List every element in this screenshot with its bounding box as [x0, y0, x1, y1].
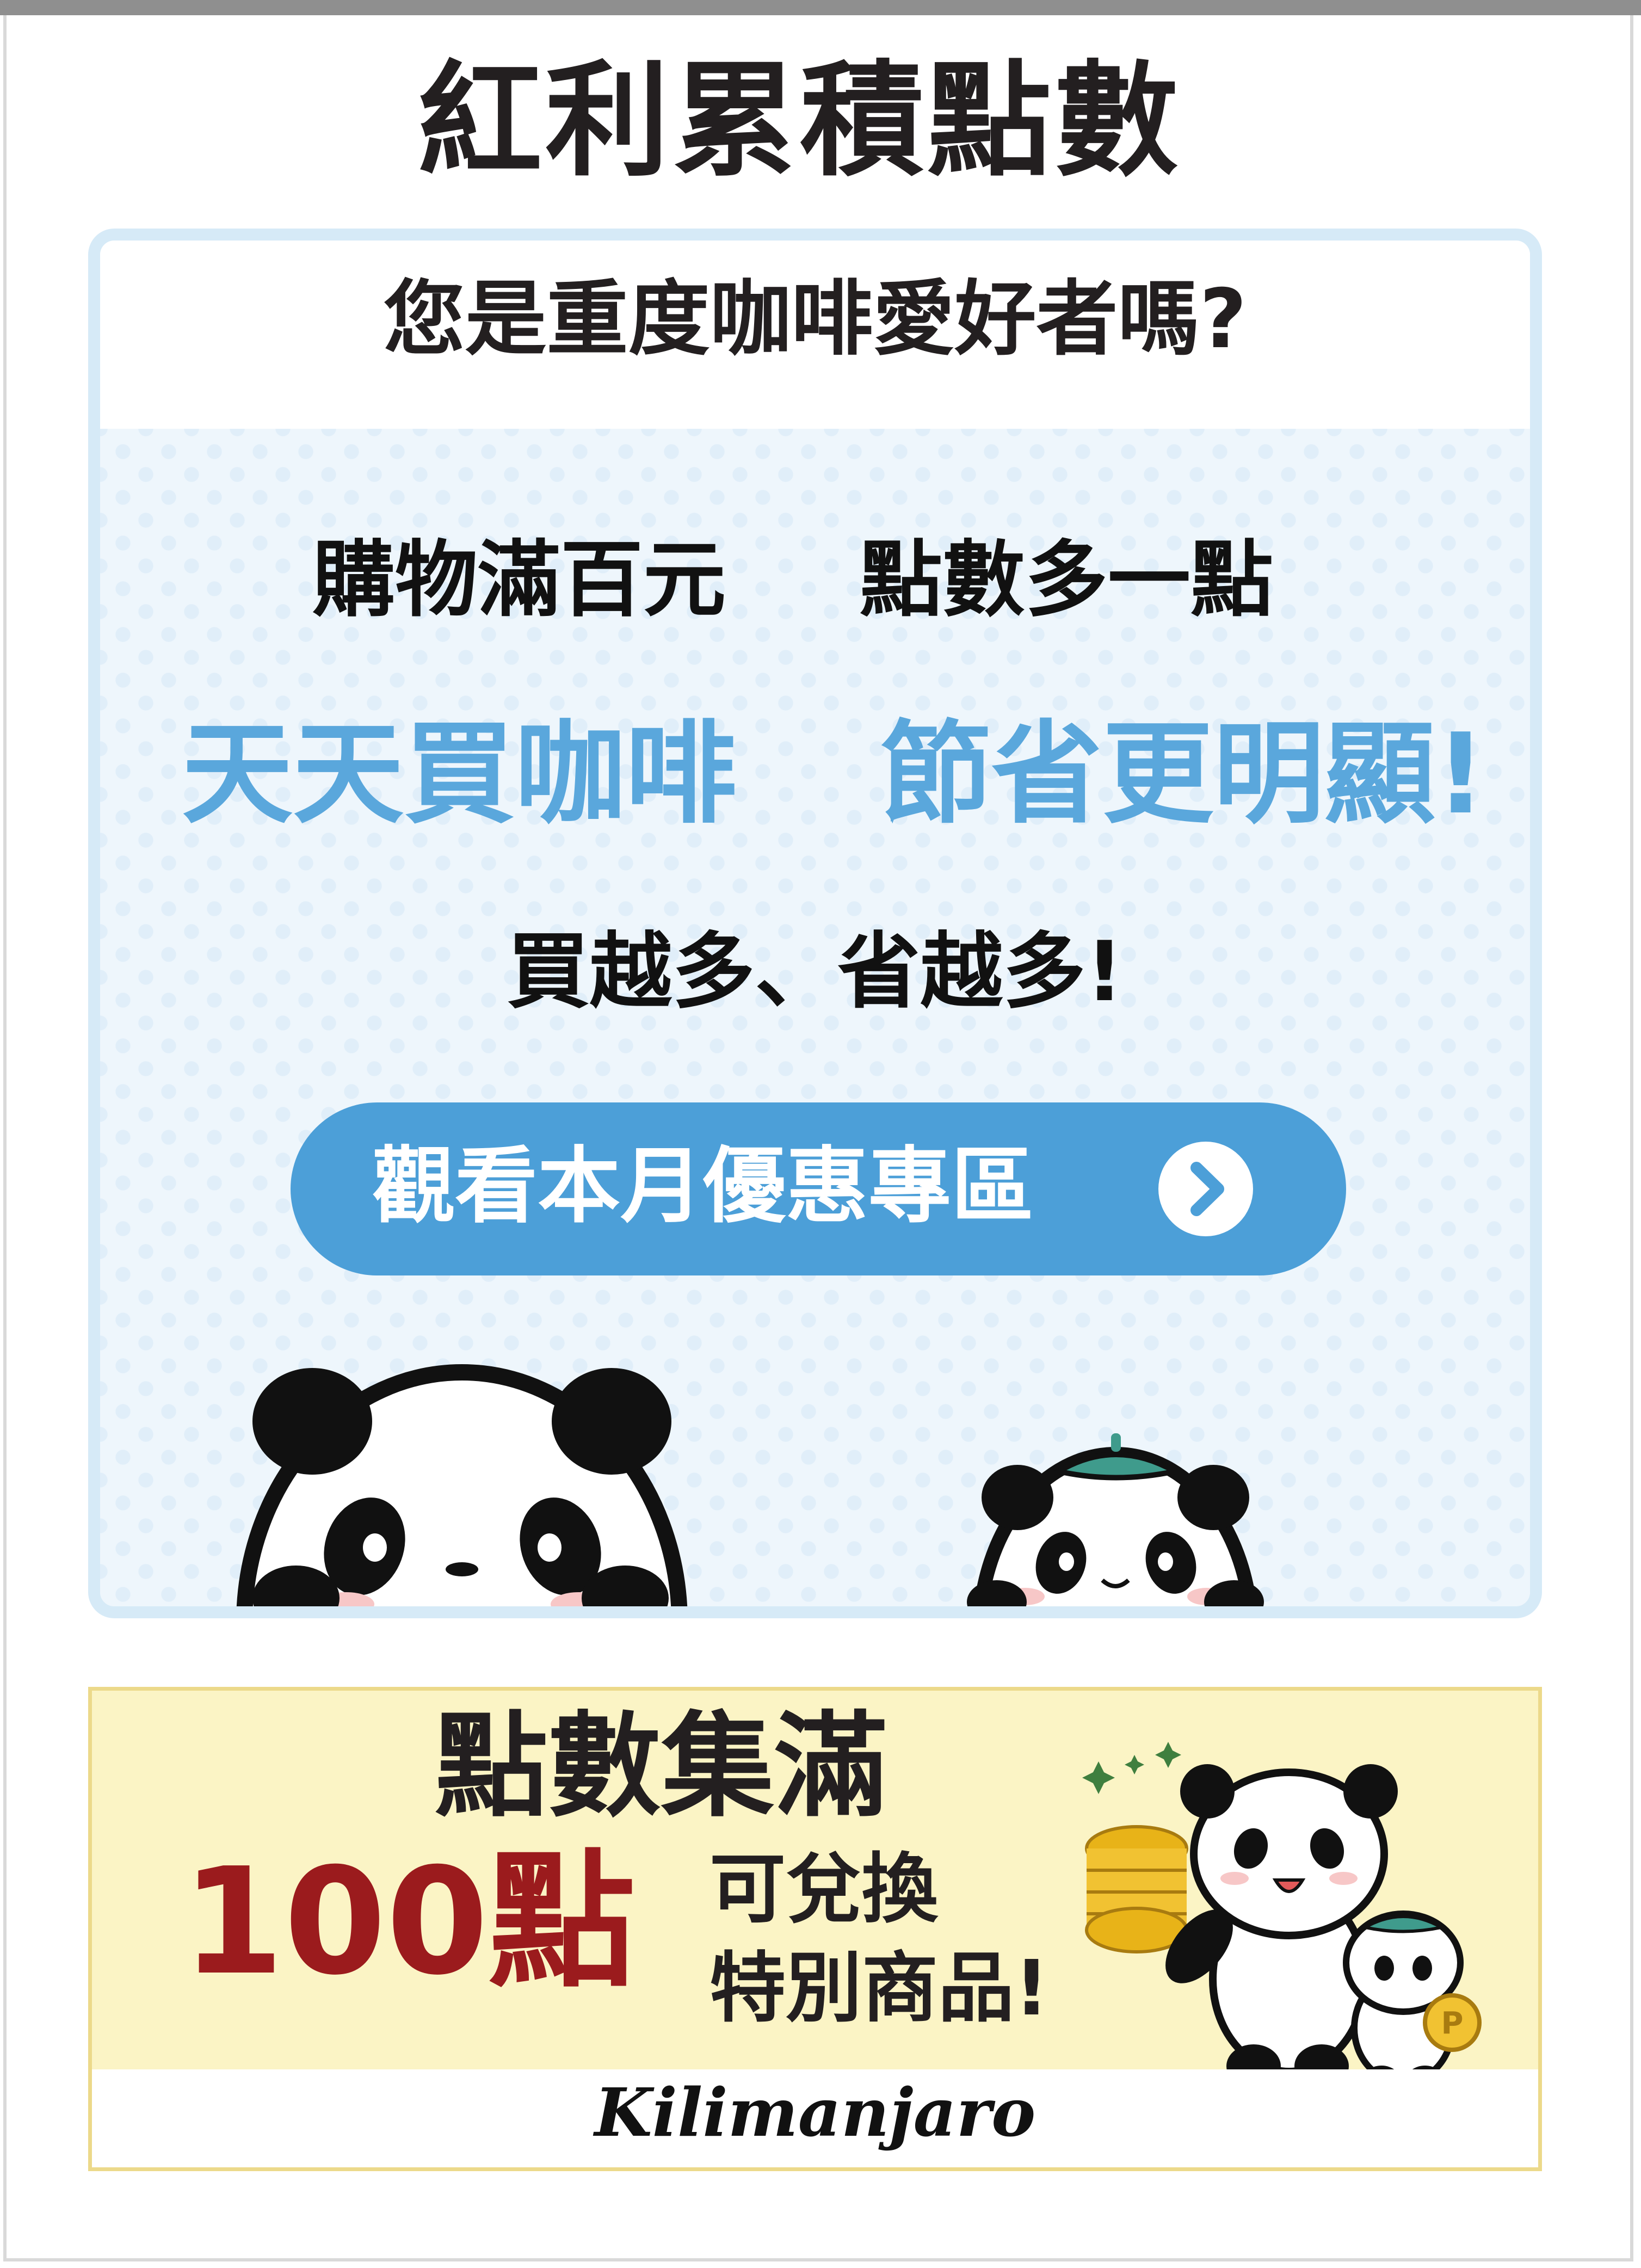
bonus-points-value: 100點 [182, 1836, 636, 2007]
top-border-bar [0, 0, 1641, 15]
coin-stack-icon [1085, 1825, 1188, 1953]
bonus-points-box: 點數集滿 100點 可兌換 特別商品! P Kilimanjaro [88, 1687, 1542, 2171]
brand-name: Kilimanjaro [594, 2073, 1036, 2152]
promo-card: 您是重度咖啡愛好者嗎? 購物滿百元 點數多一點 天天買咖啡 節省更明顯! 買越多… [88, 229, 1542, 1618]
page-title: 紅利累積點數 [418, 48, 1182, 193]
coin-label: P [1441, 2006, 1463, 2041]
peeking-pandas-illustration [236, 1364, 1264, 1606]
small-panda-icon [967, 1433, 1264, 1606]
bonus-desc-line1: 可兌換 [710, 1845, 939, 1934]
bonus-title: 點數集滿 [435, 1701, 887, 1833]
small-panda-with-coin-icon [1343, 1910, 1482, 2094]
sparkle-icon [1082, 1742, 1181, 1794]
brand-footer: Kilimanjaro [92, 2069, 1538, 2167]
big-panda-icon [236, 1364, 688, 1606]
bonus-desc-line2: 特別商品! [710, 1944, 1049, 2033]
panda-coins-illustration: P [1082, 1742, 1482, 2094]
